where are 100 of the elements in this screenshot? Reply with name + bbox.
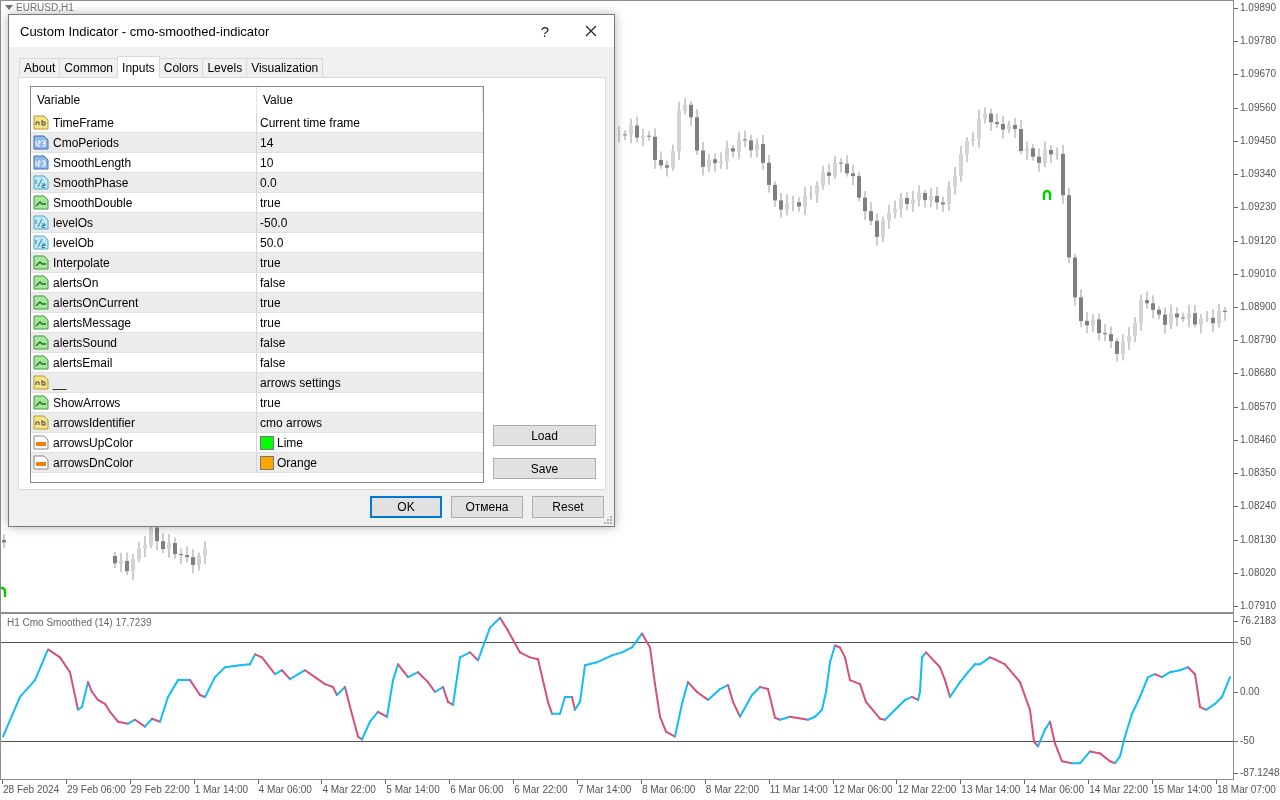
value-text: false — [260, 355, 286, 370]
price-label: 1.09340 — [1234, 167, 1280, 182]
double-type-icon — [33, 215, 49, 230]
value-text: true — [260, 315, 281, 330]
price-label: 1.08130 — [1234, 532, 1280, 547]
price-label: 1.08350 — [1234, 466, 1280, 481]
value-text: Orange — [277, 455, 318, 470]
time-label: 7 Mar 14:00 — [577, 780, 641, 800]
dialog-button[interactable]: OK — [370, 496, 442, 518]
price-label: 1.09670 — [1234, 67, 1280, 82]
value-text: 10 — [260, 155, 274, 170]
variable-name: alertsMessage — [53, 315, 132, 330]
side-button[interactable]: Save — [493, 458, 596, 479]
candle — [179, 547, 183, 565]
variable-name: ShowArrows — [53, 395, 121, 410]
price-label: 1.09120 — [1234, 233, 1280, 248]
price-label: 1.08240 — [1234, 499, 1280, 514]
price-label: 1.09560 — [1234, 100, 1280, 115]
bool-type-icon — [33, 335, 49, 350]
variable-name: levelOs — [53, 215, 93, 230]
price-label: 1.07910 — [1234, 598, 1280, 613]
candle — [167, 533, 171, 559]
time-label: 12 Mar 22:00 — [896, 780, 961, 800]
column-header[interactable]: Value — [257, 87, 483, 113]
variable-name: CmoPeriods — [53, 135, 120, 150]
candle — [137, 541, 141, 563]
price-label: 1.09890 — [1234, 1, 1280, 15]
int-type-icon — [33, 135, 49, 150]
value-text: 14 — [260, 135, 274, 150]
variable-name: levelOb — [53, 235, 94, 250]
value-text: false — [260, 275, 286, 290]
time-label: 14 Mar 22:00 — [1088, 780, 1153, 800]
price-label: 1.08790 — [1234, 333, 1280, 348]
candle — [203, 540, 207, 565]
dialog-button[interactable]: Reset — [532, 496, 604, 518]
indicator-axis-label: -50 — [1234, 734, 1255, 748]
time-label: 29 Feb 06:00 — [65, 780, 130, 800]
price-label: 1.09230 — [1234, 200, 1280, 215]
time-label: 11 Mar 14:00 — [768, 780, 833, 800]
variable-name: Interpolate — [53, 255, 110, 270]
int-type-icon — [33, 155, 49, 170]
price-label: 1.09450 — [1234, 133, 1280, 148]
time-label: 6 Mar 22:00 — [513, 780, 577, 800]
indicator-axis-label: 50 — [1234, 635, 1252, 649]
bool-type-icon — [33, 195, 49, 210]
side-button[interactable]: Load — [493, 425, 596, 446]
bool-type-icon — [33, 275, 49, 290]
candle — [2, 533, 6, 549]
price-label: 1.08900 — [1234, 299, 1280, 314]
time-label: 13 Mar 14:00 — [960, 780, 1025, 800]
tab[interactable]: About — [19, 58, 61, 77]
value-text: Lime — [277, 435, 303, 450]
value-text: 50.0 — [260, 235, 284, 250]
value-text: Current time frame — [260, 115, 361, 130]
time-label: 4 Mar 22:00 — [321, 780, 386, 800]
caret-icon[interactable] — [5, 4, 13, 11]
variable-name: alertsEmail — [53, 355, 113, 370]
variable-name: arrowsUpColor — [53, 435, 134, 450]
indicator-axis-label: -87.1248 — [1234, 766, 1280, 780]
double-type-icon — [33, 175, 49, 190]
candle — [125, 551, 129, 576]
candle — [119, 552, 123, 573]
indicator-axis-label: 0.00 — [1234, 685, 1260, 699]
string-type-icon — [33, 115, 49, 130]
color-type-icon — [33, 435, 49, 450]
value-text: true — [260, 295, 281, 310]
price-label: 1.09780 — [1234, 34, 1280, 49]
variable-name: __ — [53, 375, 67, 390]
tab[interactable]: Visualization — [246, 58, 324, 77]
string-type-icon — [33, 415, 49, 430]
double-type-icon — [33, 235, 49, 250]
bool-type-icon — [33, 355, 49, 370]
string-type-icon — [33, 375, 49, 390]
candle — [173, 537, 177, 560]
color-type-icon — [33, 455, 49, 470]
dialog-button[interactable]: Отмена — [451, 496, 523, 518]
time-label: 28 Feb 2024 — [2, 780, 66, 800]
value-text: true — [260, 255, 281, 270]
value-text: -50.0 — [260, 215, 288, 230]
time-label: 14 Mar 06:00 — [1024, 780, 1089, 800]
variable-name: alertsSound — [53, 335, 118, 350]
value-text: cmo arrows — [260, 415, 322, 430]
time-label: 12 Mar 06:00 — [832, 780, 897, 800]
value-text: 0.0 — [260, 175, 277, 190]
value-text: true — [260, 195, 281, 210]
candle — [113, 551, 117, 569]
time-label: 18 Mar 07:00 — [1215, 780, 1276, 800]
indicator-title: H1 Cmo Smoothed (14) 17.7239 — [7, 617, 152, 628]
tab[interactable]: Inputs — [117, 56, 160, 78]
time-label: 1 Mar 14:00 — [193, 780, 258, 800]
column-header[interactable]: Variable — [31, 87, 257, 113]
candle — [161, 532, 165, 554]
price-label: 1.08570 — [1234, 399, 1280, 414]
window-title: Custom Indicator - cmo-smoothed-indicator — [20, 23, 271, 39]
value-text: true — [260, 395, 281, 410]
resize-grip[interactable] — [603, 515, 612, 524]
price-label: 1.09010 — [1234, 266, 1280, 281]
variable-name: SmoothDouble — [53, 195, 133, 210]
price-label: 1.08020 — [1234, 565, 1280, 580]
variable-name: arrowsDnColor — [53, 455, 134, 470]
